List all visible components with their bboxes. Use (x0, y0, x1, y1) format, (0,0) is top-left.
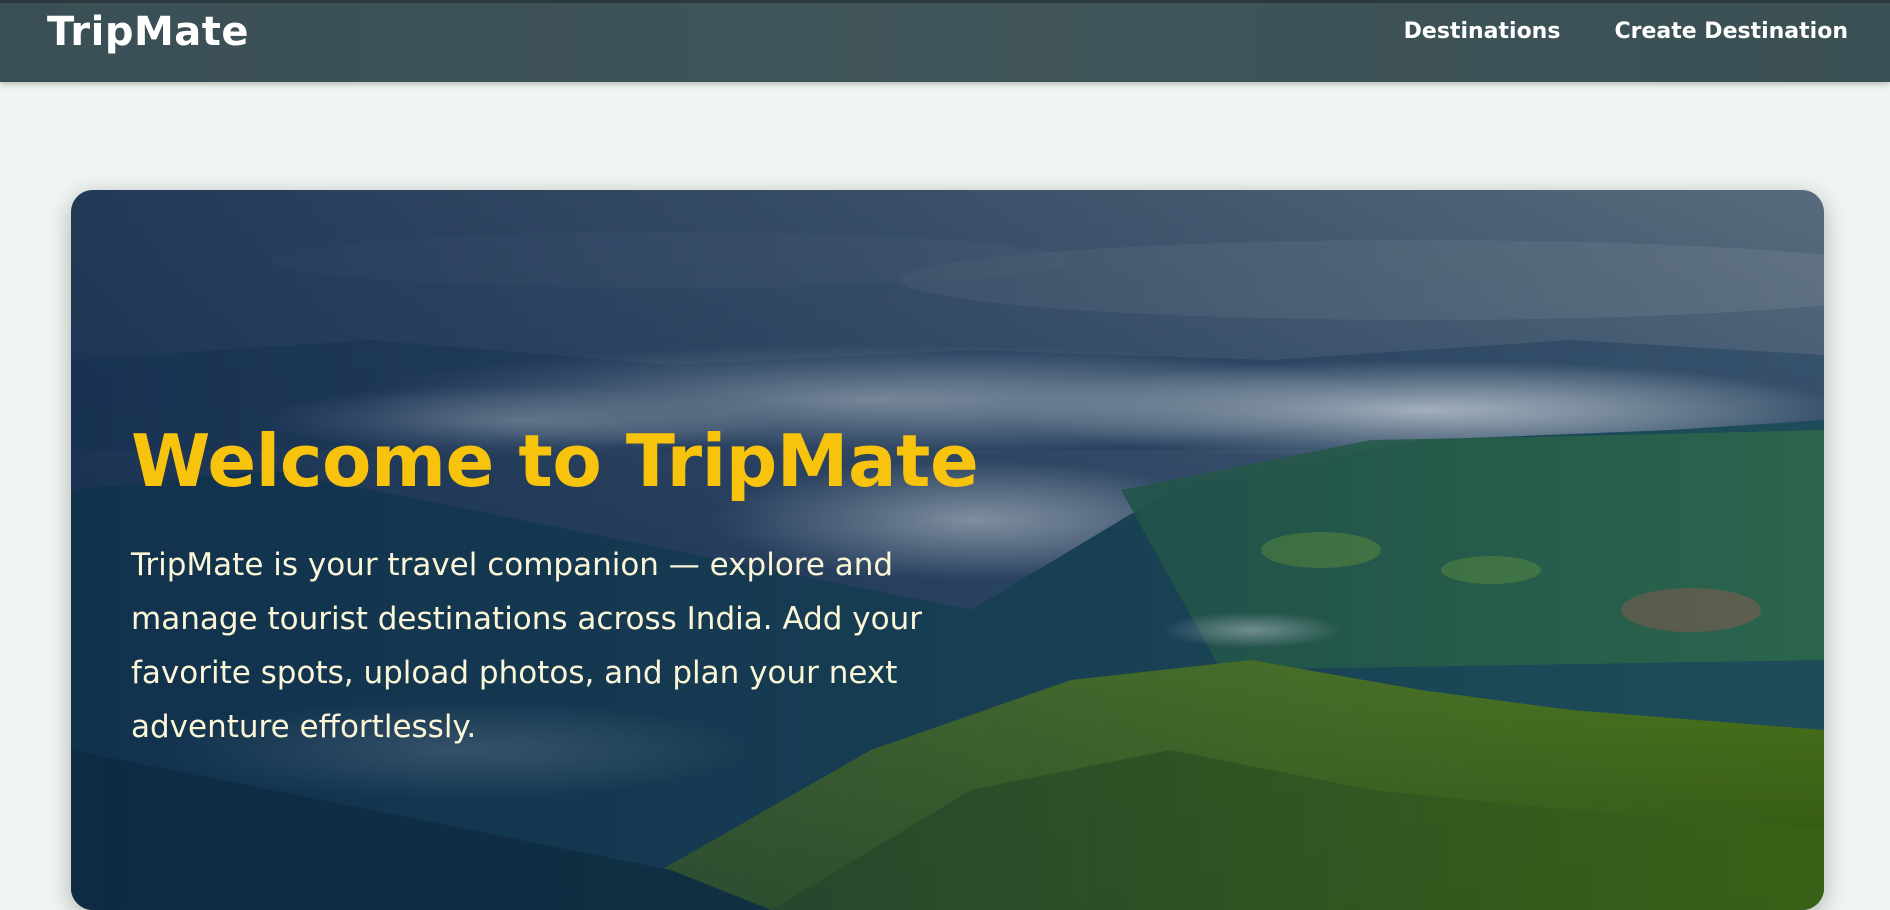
hero-description: TripMate is your travel companion — expl… (131, 547, 923, 745)
nav-links: Destinations Create Destination (1404, 19, 1848, 44)
hero-title: Welcome to TripMate (131, 419, 979, 503)
nav-link-destinations[interactable]: Destinations (1404, 19, 1561, 44)
nav-link-create-destination[interactable]: Create Destination (1614, 19, 1848, 44)
hero-content: Welcome to TripMate TripMate is your tra… (131, 419, 1031, 755)
hero-banner: Welcome to TripMate TripMate is your tra… (71, 190, 1824, 910)
navbar: TripMate Destinations Create Destination (0, 0, 1890, 82)
brand-logo[interactable]: TripMate (47, 9, 249, 55)
